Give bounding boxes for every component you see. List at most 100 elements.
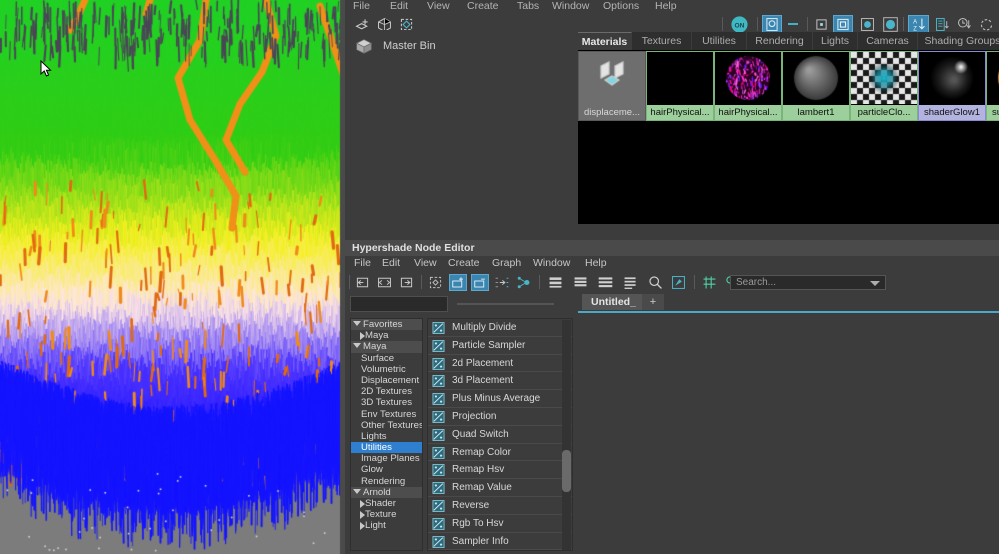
tree-item-glow[interactable]: Glow (351, 464, 422, 475)
tree-item-lights[interactable]: Lights (351, 431, 422, 442)
graph-tab-add-button[interactable]: + (642, 294, 664, 310)
menu-help[interactable]: Help (655, 0, 677, 12)
tree-item-maya[interactable]: Maya (351, 341, 422, 352)
tree-item-arnold[interactable]: Arnold (351, 487, 422, 498)
ne-search-chevron-down-icon[interactable] (870, 281, 880, 286)
node-editor-menubar[interactable]: File Edit View Create Graph Window Help (345, 257, 999, 271)
tree-item-favorites[interactable]: Favorites (351, 319, 422, 330)
master-bin-item[interactable]: Master Bin (353, 35, 436, 57)
tree-item-image-planes[interactable]: Image Planes (351, 453, 422, 464)
node-list-item[interactable]: Reverse (428, 497, 572, 515)
material-tab-lights[interactable]: Lights (813, 32, 858, 50)
tree-item-volumetric[interactable]: Volumetric (351, 364, 422, 375)
material-tab-rendering[interactable]: Rendering (747, 32, 813, 50)
graph-tab-strip[interactable]: Untitled_ + (578, 293, 999, 310)
swatch-size-large-icon[interactable] (859, 16, 876, 33)
chevron-down-icon[interactable] (353, 343, 361, 348)
material-swatch[interactable]: particleClo... (850, 51, 918, 121)
hypershade-menubar[interactable]: File Edit View Create Tabs Window Option… (345, 0, 999, 13)
swatch-zoom-slider[interactable] (457, 303, 554, 305)
material-tab-cameras[interactable]: Cameras (858, 32, 918, 50)
ne-menu-help[interactable]: Help (585, 257, 607, 269)
node-list-item[interactable]: Sampler Info (428, 533, 572, 551)
remove-node-from-graph-icon[interactable] (471, 274, 489, 291)
menu-options[interactable]: Options (603, 0, 639, 12)
material-swatch[interactable]: displaceme... (578, 51, 646, 121)
chevron-down-icon[interactable] (353, 321, 361, 326)
menu-file[interactable]: File (353, 0, 370, 12)
chevron-down-icon[interactable] (353, 489, 361, 494)
material-tab-strip[interactable]: Materials Textures Utilities Rendering Light… (578, 32, 999, 50)
tree-item-shader[interactable]: Shader (351, 498, 422, 509)
layout-compact-icon[interactable] (572, 274, 589, 291)
swatch-size-small-icon[interactable] (815, 18, 828, 31)
material-tab-shading-groups[interactable]: Shading Groups (918, 32, 999, 50)
input-output-connections-icon[interactable] (376, 274, 393, 291)
output-connections-icon[interactable] (398, 274, 415, 291)
material-swatch[interactable]: hairPhysical... (646, 51, 714, 121)
material-swatch[interactable]: shaderGlow1 (918, 51, 986, 121)
input-connections-icon[interactable] (354, 274, 371, 291)
swatch-size-xl-icon[interactable] (882, 16, 899, 33)
ne-menu-create[interactable]: Create (448, 257, 480, 269)
node-list-item[interactable]: Particle Sampler (428, 337, 572, 355)
layout-list-icon[interactable] (622, 274, 639, 291)
graph-tab-untitled[interactable]: Untitled_ (582, 294, 645, 310)
viewport-3d[interactable] (0, 0, 345, 554)
node-list-item[interactable]: Plus Minus Average (428, 390, 572, 408)
node-editor-search-input[interactable]: Search... (730, 275, 886, 290)
tree-item-surface[interactable]: Surface (351, 353, 422, 364)
tree-item-rendering[interactable]: Rendering (351, 476, 422, 487)
tree-item-texture[interactable]: Texture (351, 509, 422, 520)
node-list-item[interactable]: Multiply Divide (428, 319, 572, 337)
chevron-right-icon[interactable] (360, 511, 365, 519)
chevron-right-icon[interactable] (360, 332, 365, 340)
node-list-scrollbar[interactable] (562, 320, 571, 551)
layout-full-icon[interactable] (597, 274, 614, 291)
chevron-right-icon[interactable] (360, 500, 365, 508)
node-list-item[interactable]: Remap Hsv (428, 461, 572, 479)
node-list-item[interactable]: Remap Color (428, 444, 572, 462)
node-list-item[interactable]: 3d Placement (428, 372, 572, 390)
dash-icon[interactable] (788, 23, 798, 25)
menu-window[interactable]: Window (552, 0, 589, 12)
node-category-tree[interactable]: Favorites Maya Maya Surface Volumetric Displa… (350, 318, 423, 551)
ne-menu-graph[interactable]: Graph (492, 257, 521, 269)
add-selected-nodes-icon[interactable] (427, 274, 444, 291)
bin-list-panel[interactable]: Master Bin (345, 30, 577, 216)
menu-edit[interactable]: Edit (390, 0, 408, 12)
tree-item-utilities[interactable]: Utilities (351, 442, 422, 453)
add-node-to-graph-icon[interactable] (449, 274, 467, 291)
sort-by-time-icon[interactable] (956, 16, 973, 33)
tree-item-env-textures[interactable]: Env Textures (351, 409, 422, 420)
rearrange-graph-icon[interactable] (493, 274, 510, 291)
layout-horizontal-icon[interactable] (547, 274, 564, 291)
ne-menu-edit[interactable]: Edit (382, 257, 400, 269)
sort-by-type-icon[interactable] (934, 16, 951, 33)
material-tab-materials[interactable]: Materials (578, 32, 632, 50)
menu-tabs[interactable]: Tabs (517, 0, 539, 12)
tree-item-2d-textures[interactable]: 2D Textures (351, 386, 422, 397)
menu-create[interactable]: Create (467, 0, 499, 12)
tree-item-maya[interactable]: Maya (351, 330, 422, 341)
material-swatch[interactable]: hairPhysical... (714, 51, 782, 121)
node-editor-toolbar[interactable]: Search... (345, 271, 999, 293)
node-graph-canvas[interactable]: xgmHairMapping3MessageOut UVOut Uv Filte… (578, 311, 999, 554)
search-graph-icon[interactable] (647, 274, 664, 291)
pin-graph-icon[interactable] (670, 274, 687, 291)
refresh-icon[interactable] (978, 16, 995, 33)
node-list-item[interactable]: Remap Value (428, 479, 572, 497)
material-swatch[interactable]: surfaceSha... (986, 51, 999, 121)
tree-item-other-textures[interactable]: Other Textures (351, 420, 422, 431)
node-list-item[interactable]: 2d Placement (428, 355, 572, 373)
node-type-list[interactable]: Multiply Divide Particle Sampler 2d Placem… (427, 318, 573, 551)
tree-item-displacement[interactable]: Displacement (351, 375, 422, 386)
material-tab-textures[interactable]: Textures (632, 32, 692, 50)
ne-menu-window[interactable]: Window (533, 257, 570, 269)
menu-view[interactable]: View (427, 0, 450, 12)
material-tab-utilities[interactable]: Utilities (692, 32, 747, 50)
tree-item-light[interactable]: Light (351, 520, 422, 531)
chevron-right-icon[interactable] (360, 522, 365, 530)
node-list-item[interactable]: Rgb To Hsv (428, 515, 572, 533)
ne-menu-view[interactable]: View (414, 257, 437, 269)
